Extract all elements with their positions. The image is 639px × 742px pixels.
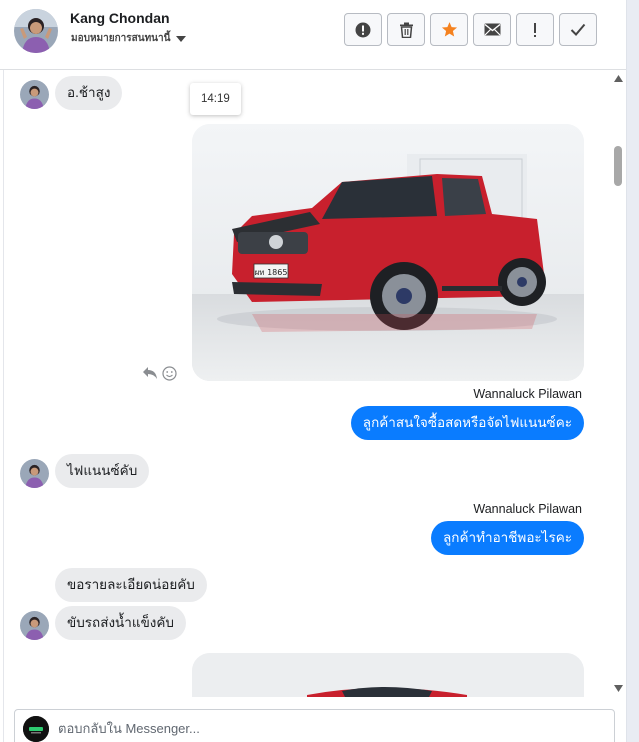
incoming-message[interactable]: ขอรายละเอียดน่อยคับ xyxy=(55,568,207,602)
sender-name: Wannaluck Pilawan xyxy=(473,502,582,516)
assign-conversation-dropdown[interactable]: มอบหมายการสนทนานี้ xyxy=(71,31,187,46)
sender-avatar[interactable] xyxy=(20,459,49,488)
incoming-message[interactable]: อ.ช้าสูง xyxy=(55,76,123,110)
message-timestamp: 14:19 xyxy=(190,83,241,115)
checkmark-icon xyxy=(570,23,586,36)
scroll-thumb[interactable] xyxy=(614,146,622,186)
priority-button[interactable] xyxy=(516,13,554,46)
message-actions xyxy=(142,366,177,381)
assign-label: มอบหมายการสนทนานี้ xyxy=(71,33,171,44)
star-icon xyxy=(441,22,457,37)
reply-input[interactable] xyxy=(58,721,578,736)
sender-name: Wannaluck Pilawan xyxy=(473,387,582,401)
outgoing-photo-attachment[interactable]: ผท 1865 xyxy=(192,124,584,381)
sender-avatar[interactable] xyxy=(20,611,49,640)
reply-composer xyxy=(14,709,615,742)
incoming-message[interactable]: ขับรถส่งน้ำแข็งคับ xyxy=(55,606,186,640)
thread-scrollbar[interactable] xyxy=(612,71,625,697)
exclamation-circle-icon xyxy=(355,22,371,37)
mark-unread-button[interactable] xyxy=(473,13,511,46)
conversation-header: Kang Chondan มอบหมายการสนทนานี้ xyxy=(0,0,626,70)
envelope-icon xyxy=(484,23,500,36)
window-edge xyxy=(626,0,639,742)
outgoing-photo-attachment[interactable] xyxy=(192,653,584,697)
exclamation-icon xyxy=(534,22,536,37)
delete-button[interactable] xyxy=(387,13,425,46)
star-button[interactable] xyxy=(430,13,468,46)
license-plate: ผท 1865 xyxy=(255,268,288,277)
contact-name[interactable]: Kang Chondan xyxy=(70,10,170,26)
reply-icon[interactable] xyxy=(142,366,158,380)
scroll-up-arrow-icon[interactable] xyxy=(614,75,623,82)
outgoing-message[interactable]: ลูกค้าสนใจซื้อสดหรือจัดไฟแนนซ์คะ xyxy=(350,406,584,440)
scroll-down-arrow-icon[interactable] xyxy=(614,685,623,692)
report-button[interactable] xyxy=(344,13,382,46)
message-thread[interactable]: อ.ช้าสูง 14:19 ผท 1865 Wannaluck Pilawan… xyxy=(4,71,612,697)
sender-avatar[interactable] xyxy=(20,80,49,109)
incoming-message[interactable]: ไฟแนนซ์คับ xyxy=(55,454,150,488)
caret-down-icon xyxy=(176,35,187,42)
trash-icon xyxy=(399,22,413,38)
mark-done-button[interactable] xyxy=(559,13,597,46)
page-avatar xyxy=(23,716,49,742)
outgoing-message[interactable]: ลูกค้าทำอาชีพอะไรคะ xyxy=(431,521,584,555)
emoji-react-icon[interactable] xyxy=(162,366,177,381)
contact-avatar[interactable] xyxy=(14,9,58,53)
